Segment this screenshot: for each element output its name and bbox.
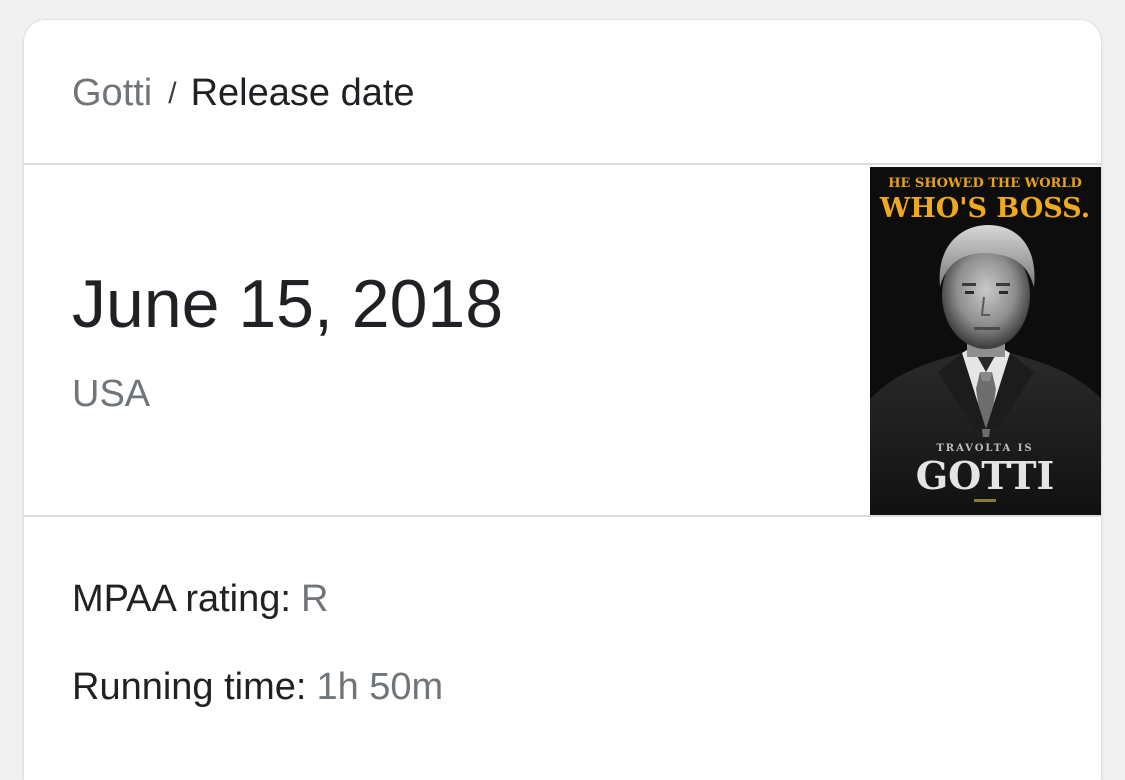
mpaa-rating-row: MPAA rating: R [72, 576, 328, 622]
running-time-value: 1h 50m [316, 666, 444, 708]
poster-tagline-top: HE SHOWED THE WORLD [888, 176, 1082, 191]
running-time-row: Running time: 1h 50m [72, 664, 443, 710]
mpaa-rating-value: R [300, 578, 329, 620]
release-country: USA [72, 373, 151, 415]
breadcrumb-separator: / [168, 77, 177, 110]
release-date: June 15, 2018 [72, 266, 504, 342]
poster-tagline-main: WHO'S BOSS. [879, 193, 1090, 224]
header-divider [24, 163, 1101, 165]
poster-title: GOTTI [916, 453, 1055, 498]
breadcrumb-movie-link[interactable]: Gotti [72, 72, 152, 114]
release-date-card: Gotti / Release date June 15, 2018 USA H… [24, 20, 1101, 780]
breadcrumb: Gotti / Release date [72, 70, 415, 119]
movie-poster-image[interactable]: HE SHOWED THE WORLD WHO'S BOSS. TRAVOLTA… [870, 167, 1101, 515]
running-time-label: Running time: [72, 666, 307, 708]
details-divider [24, 515, 1101, 517]
mpaa-rating-label: MPAA rating: [72, 578, 291, 620]
breadcrumb-current: Release date [190, 72, 415, 114]
